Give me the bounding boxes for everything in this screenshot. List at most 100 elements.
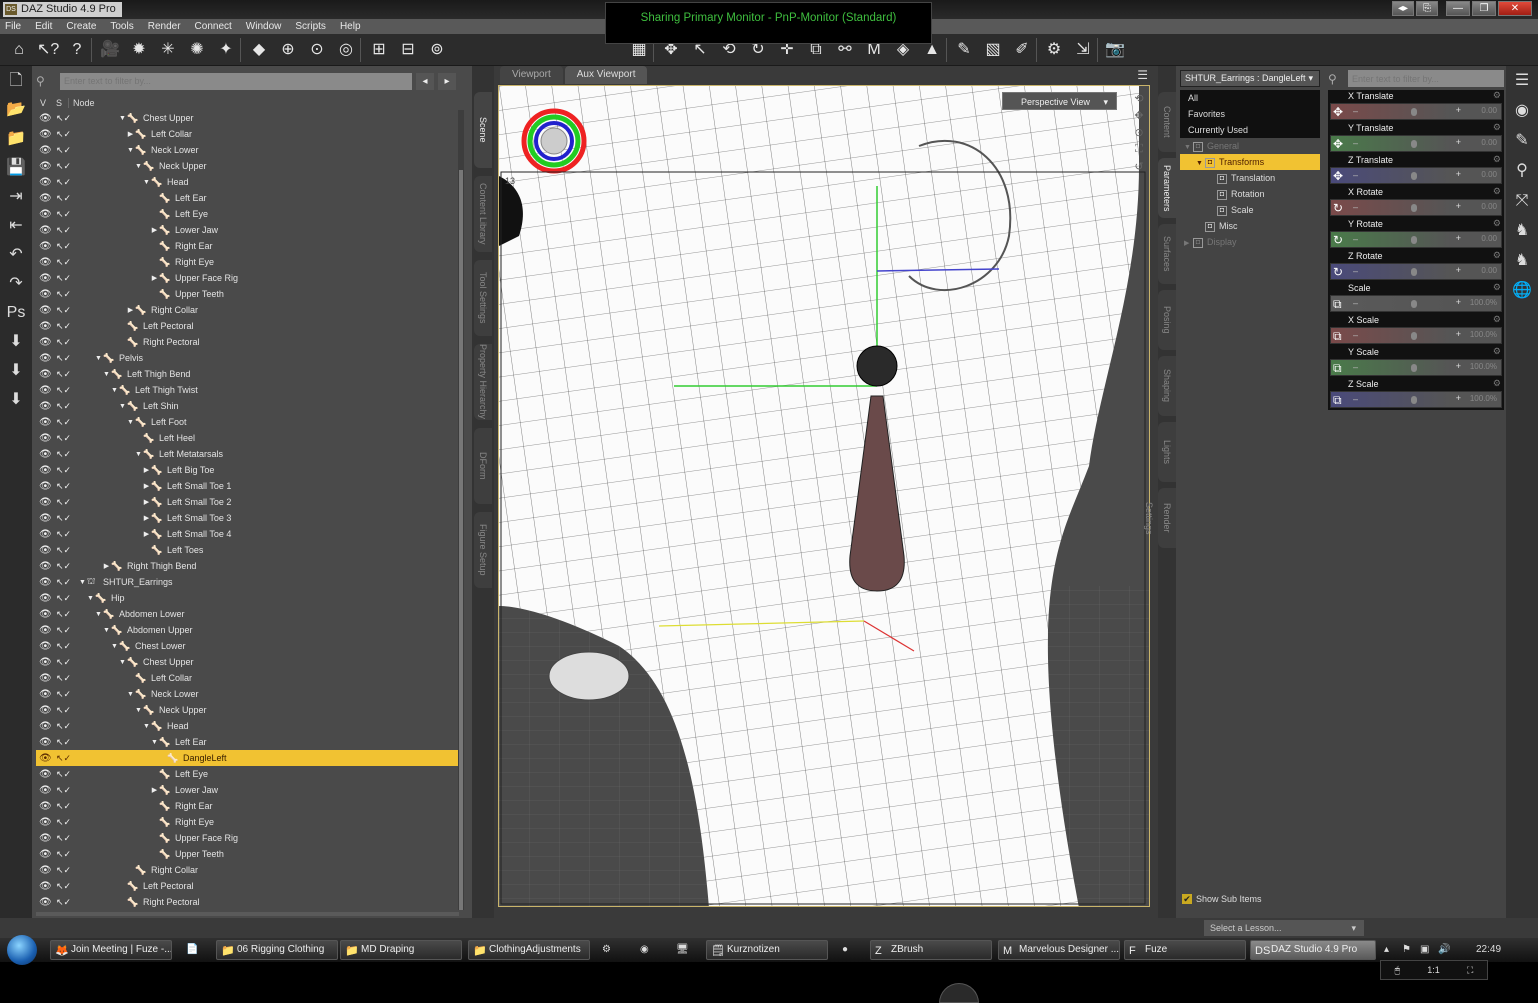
slider-value[interactable]: 100.0%	[1470, 394, 1497, 403]
increment-button[interactable]: +	[1456, 201, 1461, 211]
visibility-eye-icon[interactable]: 👁	[39, 241, 53, 252]
slider-value[interactable]: 100.0%	[1470, 298, 1497, 307]
taskbar-item[interactable]: F Fuze	[1124, 940, 1246, 960]
visibility-eye-icon[interactable]: 👁	[39, 529, 53, 540]
increment-button[interactable]: +	[1456, 297, 1461, 307]
collapse-arrow-icon[interactable]: ▼	[110, 643, 119, 650]
visibility-eye-icon[interactable]: 👁	[39, 737, 53, 748]
visibility-eye-icon[interactable]: 👁	[39, 113, 53, 124]
property-slider-x-translate[interactable]: X Translate ⚙ ✥ – +0.00	[1328, 90, 1504, 122]
scene-tree-row[interactable]: 👁 ↖✓ 🦴 Upper Face Rig	[36, 830, 459, 846]
create-new-item-icon[interactable]: ⊚	[426, 39, 448, 61]
close-button[interactable]: ✕	[1498, 1, 1532, 16]
tab-viewport[interactable]: Viewport	[500, 66, 563, 84]
property-slider-z-translate[interactable]: Z Translate ⚙ ✥ – +0.00	[1328, 154, 1504, 186]
visibility-eye-icon[interactable]: 👁	[39, 769, 53, 780]
selectable-cursor-icon[interactable]: ↖✓	[56, 721, 71, 732]
collapse-arrow-icon[interactable]: ▼	[94, 611, 103, 618]
scene-tree-row[interactable]: 👁 ↖✓ 🦴 Right Pectoral	[36, 894, 459, 910]
taskbar-item[interactable]: 📁 ClothingAdjustments	[468, 940, 590, 960]
edit-icon[interactable]: ✐	[1011, 39, 1033, 61]
left-tab-scene[interactable]: Scene	[474, 92, 492, 168]
property-slider-x-scale[interactable]: X Scale ⚙ ⧉ – +100.0%	[1328, 314, 1504, 346]
selectable-cursor-icon[interactable]: ↖✓	[56, 625, 71, 636]
scene-tree-row[interactable]: 👁 ↖✓ ▼ 🦴 Chest Upper	[36, 110, 459, 126]
scene-vertical-scrollbar[interactable]	[458, 110, 464, 910]
visibility-eye-icon[interactable]: 👁	[39, 257, 53, 268]
scene-tree-row[interactable]: 👁 ↖✓ ▼ 🦴 Left Thigh Twist	[36, 382, 459, 398]
sharing-toolbar-handle[interactable]	[939, 983, 979, 1003]
selectable-cursor-icon[interactable]: ↖✓	[56, 353, 71, 364]
collapse-arrow-icon[interactable]: ▼	[110, 387, 119, 394]
scene-tree-row[interactable]: 👁 ↖✓ 🦴 DangleLeft	[36, 750, 459, 766]
property-group-transforms[interactable]: ▼ ◘ Transforms	[1180, 154, 1320, 170]
right-tab-render-settings[interactable]: Render Settings	[1144, 488, 1176, 548]
selectable-cursor-icon[interactable]: ↖✓	[56, 337, 71, 348]
expand-arrow-icon[interactable]: ▶	[142, 482, 151, 490]
frame-icon[interactable]: ⛶	[1131, 143, 1147, 156]
taskbar-item[interactable]: Z ZBrush	[870, 940, 992, 960]
mouse-icon[interactable]: 🖱	[1395, 961, 1400, 979]
create-point-light-icon[interactable]: ✳	[157, 39, 179, 61]
import-icon[interactable]: ⇥	[0, 182, 32, 211]
send-to-hexagon-icon[interactable]: ⬇	[0, 356, 32, 385]
selectable-cursor-icon[interactable]: ↖✓	[56, 193, 71, 204]
collapse-arrow-icon[interactable]: ▼	[142, 723, 151, 730]
view-selector[interactable]: Perspective View	[1002, 92, 1117, 111]
expand-arrow-icon[interactable]: ▶	[126, 130, 135, 138]
selectable-cursor-icon[interactable]: ↖✓	[56, 737, 71, 748]
create-new-figure-icon[interactable]: ⊞	[368, 39, 390, 61]
create-group-icon[interactable]: ⊙	[306, 39, 328, 61]
selectable-cursor-icon[interactable]: ↖✓	[56, 785, 71, 796]
visibility-eye-icon[interactable]: 👁	[39, 161, 53, 172]
visibility-eye-icon[interactable]: 👁	[39, 513, 53, 524]
minimize-button[interactable]: —	[1446, 1, 1470, 16]
scene-tree-row[interactable]: 👁 ↖✓ ▼ 🦴 Left Thigh Bend	[36, 366, 459, 382]
notes-icon[interactable]: 📄	[186, 940, 198, 960]
create-new-geometry-icon[interactable]: ⊟	[397, 39, 419, 61]
scene-tree-row[interactable]: 👁 ↖✓ ▶ 🦴 Left Small Toe 1	[36, 478, 459, 494]
collapse-arrow-icon[interactable]: ▼	[126, 419, 135, 426]
environment-icon[interactable]: 🌐	[1506, 276, 1538, 306]
visibility-eye-icon[interactable]: 👁	[39, 209, 53, 220]
visibility-eye-icon[interactable]: 👁	[39, 561, 53, 572]
menu-file[interactable]: File	[5, 21, 21, 32]
whats-this-icon[interactable]: ↖?	[37, 39, 59, 61]
expand-arrow-icon[interactable]: ▶	[150, 786, 159, 794]
slider-knob[interactable]	[1411, 396, 1417, 404]
taskbar-item[interactable]: DS DAZ Studio 4.9 Pro	[1250, 940, 1376, 960]
selectable-cursor-icon[interactable]: ↖✓	[56, 753, 71, 764]
scene-tree-row[interactable]: 👁 ↖✓ ▼ 🦴 Head	[36, 718, 459, 734]
scene-tree-row[interactable]: 👁 ↖✓ ▼ 🦴 Head	[36, 174, 459, 190]
selectable-cursor-icon[interactable]: ↖✓	[56, 673, 71, 684]
property-group-scale[interactable]: ◘ Scale	[1180, 202, 1320, 218]
send-to-bridge-icon[interactable]: ⬇	[0, 327, 32, 356]
right-tab-parameters[interactable]: Parameters	[1158, 158, 1176, 218]
decrement-button[interactable]: –	[1353, 170, 1358, 180]
increment-button[interactable]: +	[1456, 265, 1461, 275]
gear-icon[interactable]: ⚙	[1493, 378, 1501, 389]
scene-tree-row[interactable]: 👁 ↖✓ ▼ 🦴 Left Metatarsals	[36, 446, 459, 462]
slider-knob[interactable]	[1411, 268, 1417, 276]
collapse-arrow-icon[interactable]: ▼	[134, 707, 143, 714]
visibility-eye-icon[interactable]: 👁	[39, 609, 53, 620]
smart-content-icon[interactable]: ◉	[1506, 96, 1538, 126]
scene-tree-row[interactable]: 👁 ↖✓ ▼ ⛫ SHTUR_Earrings	[36, 574, 459, 590]
selectable-cursor-icon[interactable]: ↖✓	[56, 545, 71, 556]
slider-track[interactable]: ✥ – +0.00	[1330, 103, 1502, 120]
selectable-cursor-icon[interactable]: ↖✓	[56, 465, 71, 476]
scene-tree-row[interactable]: 👁 ↖✓ ▶ 🦴 Left Small Toe 3	[36, 510, 459, 526]
decrement-button[interactable]: –	[1353, 362, 1358, 372]
selectable-cursor-icon[interactable]: ↖✓	[56, 113, 71, 124]
increment-button[interactable]: +	[1456, 361, 1461, 371]
right-tab-posing[interactable]: Posing	[1158, 290, 1176, 350]
menu-scripts[interactable]: Scripts	[295, 21, 326, 32]
scene-tree-row[interactable]: 👁 ↖✓ 🦴 Left Ear	[36, 190, 459, 206]
slider-track[interactable]: ⧉ – +100.0%	[1330, 391, 1502, 408]
interactive-render-icon[interactable]: ⇲	[1072, 39, 1094, 61]
scene-horizontal-scrollbar[interactable]	[36, 912, 459, 916]
send-to-photoshop-icon[interactable]: Ps	[0, 298, 32, 327]
scene-tree-row[interactable]: 👁 ↖✓ 🦴 Left Eye	[36, 766, 459, 782]
decrement-button[interactable]: –	[1353, 234, 1358, 244]
collapse-arrow-icon[interactable]: ▼	[134, 163, 143, 170]
